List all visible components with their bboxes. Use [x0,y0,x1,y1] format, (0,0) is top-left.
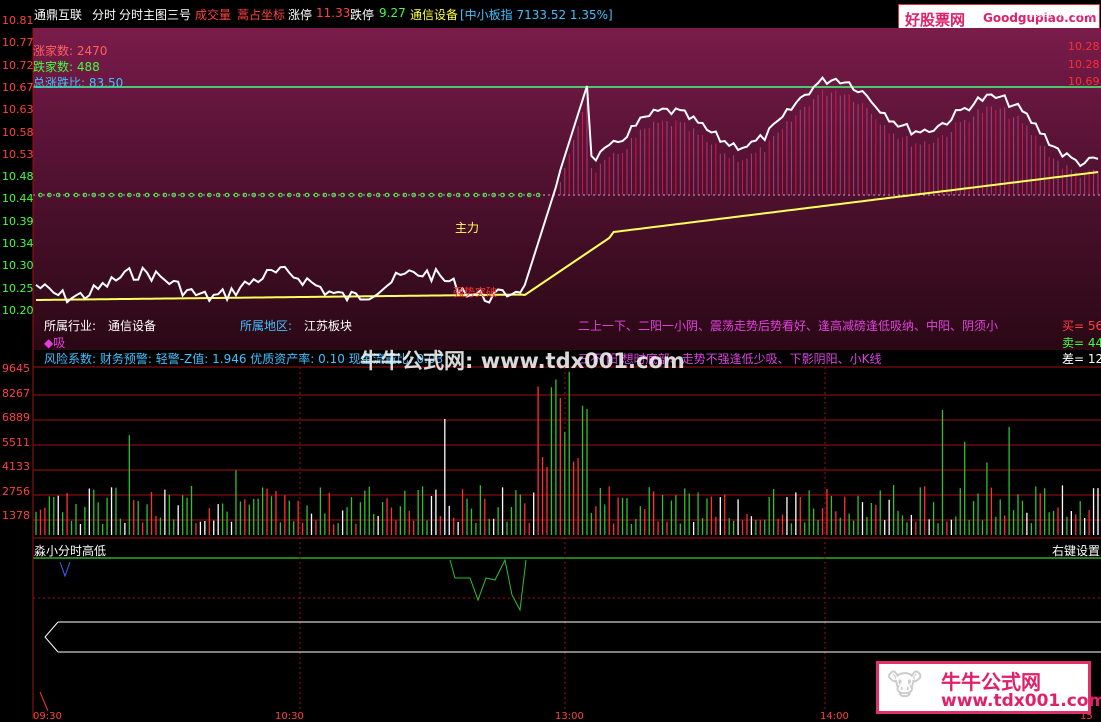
price-line [35,76,1099,304]
sell-value: 卖= 44 [1062,336,1101,350]
volume-tick: 2756 [2,484,30,498]
time-tick: 14:00 [820,711,849,722]
price-tick: 10.81 [2,14,34,27]
up-down-ratio: 总涨跌比: 83.50 [33,76,124,90]
osc-line [39,691,49,712]
support-dot [109,192,114,198]
pattern-text: 二上一下、二阳一小阴、震荡走势后势看好、逢高减磅逢低吸纳、中阳、阴须小 [578,319,999,333]
price-tick: 10.25 [2,281,34,295]
osc-line [59,561,71,578]
average-price-line [35,171,1099,301]
volume-tick: 5511 [2,435,30,449]
price-tick: 10.72 [2,58,34,72]
time-tick: 13:00 [555,711,584,722]
cow-icon: 🐮 [887,668,923,703]
lower-panel-title: 淼小分时高低 [34,544,107,558]
region-value: 江苏板块 [304,319,353,333]
support-dot [269,192,274,198]
price-axis: 10.81 10.77 10.72 10.67 10.63 10.58 10.53 10.48… [0,14,34,719]
volume-tick: 6889 [2,411,30,424]
volume-tick: 1378 [2,509,30,522]
region-label: 所属地区: [240,319,293,333]
breakout-label: 强势突破 [453,286,497,299]
price-tick: 10.63 [2,103,34,117]
time-tick: 09:30 [33,711,62,722]
volume-tick: 4133 [2,460,30,473]
price-tick: 10.53 [2,147,34,161]
price-tick: 10.20 [2,303,34,317]
price-tick: 10.39 [2,214,34,228]
support-dot [429,192,434,198]
price-tick: 10.48 [2,170,34,184]
watermark: 牛牛公式网: www.tdx001.com [360,349,685,373]
buy-value: 买= 56 [1062,319,1101,333]
right-price-3: 10.69 [1068,75,1100,88]
support-dot [509,192,514,198]
right-price-2: 10.28 [1068,58,1100,71]
down-count: 跌家数: 488 [33,60,100,74]
price-tick: 10.67 [2,80,34,94]
industry-label: 所属行业: [44,319,97,333]
support-dot [349,192,354,198]
osc-line [449,558,527,612]
price-tick: 10.44 [2,192,34,206]
buy-marker: ◆吸 [44,336,66,350]
volume-tick: 8267 [2,386,30,400]
zhuli-label: 主力 [455,221,480,235]
diff-value: 差= 12 [1062,352,1101,366]
band-end [44,621,59,653]
brand-logo-bottom: 🐮 牛牛公式网 www.tdx001.com [876,661,1101,714]
volume-tick: 9645 [2,362,30,375]
price-tick: 10.77 [2,36,34,50]
right-price-1: 10.28 [1068,40,1100,53]
right-click-settings[interactable]: 右键设置 [1052,542,1100,559]
price-tick: 10.34 [2,237,34,250]
up-count: 涨家数: 2470 [33,44,108,58]
xi-label: 吸 [53,336,66,350]
support-dot [189,192,194,198]
industry-value: 通信设备 [108,319,157,333]
price-tick: 10.58 [2,125,34,139]
price-tick: 10.30 [2,259,34,273]
time-tick: 10:30 [275,711,304,722]
